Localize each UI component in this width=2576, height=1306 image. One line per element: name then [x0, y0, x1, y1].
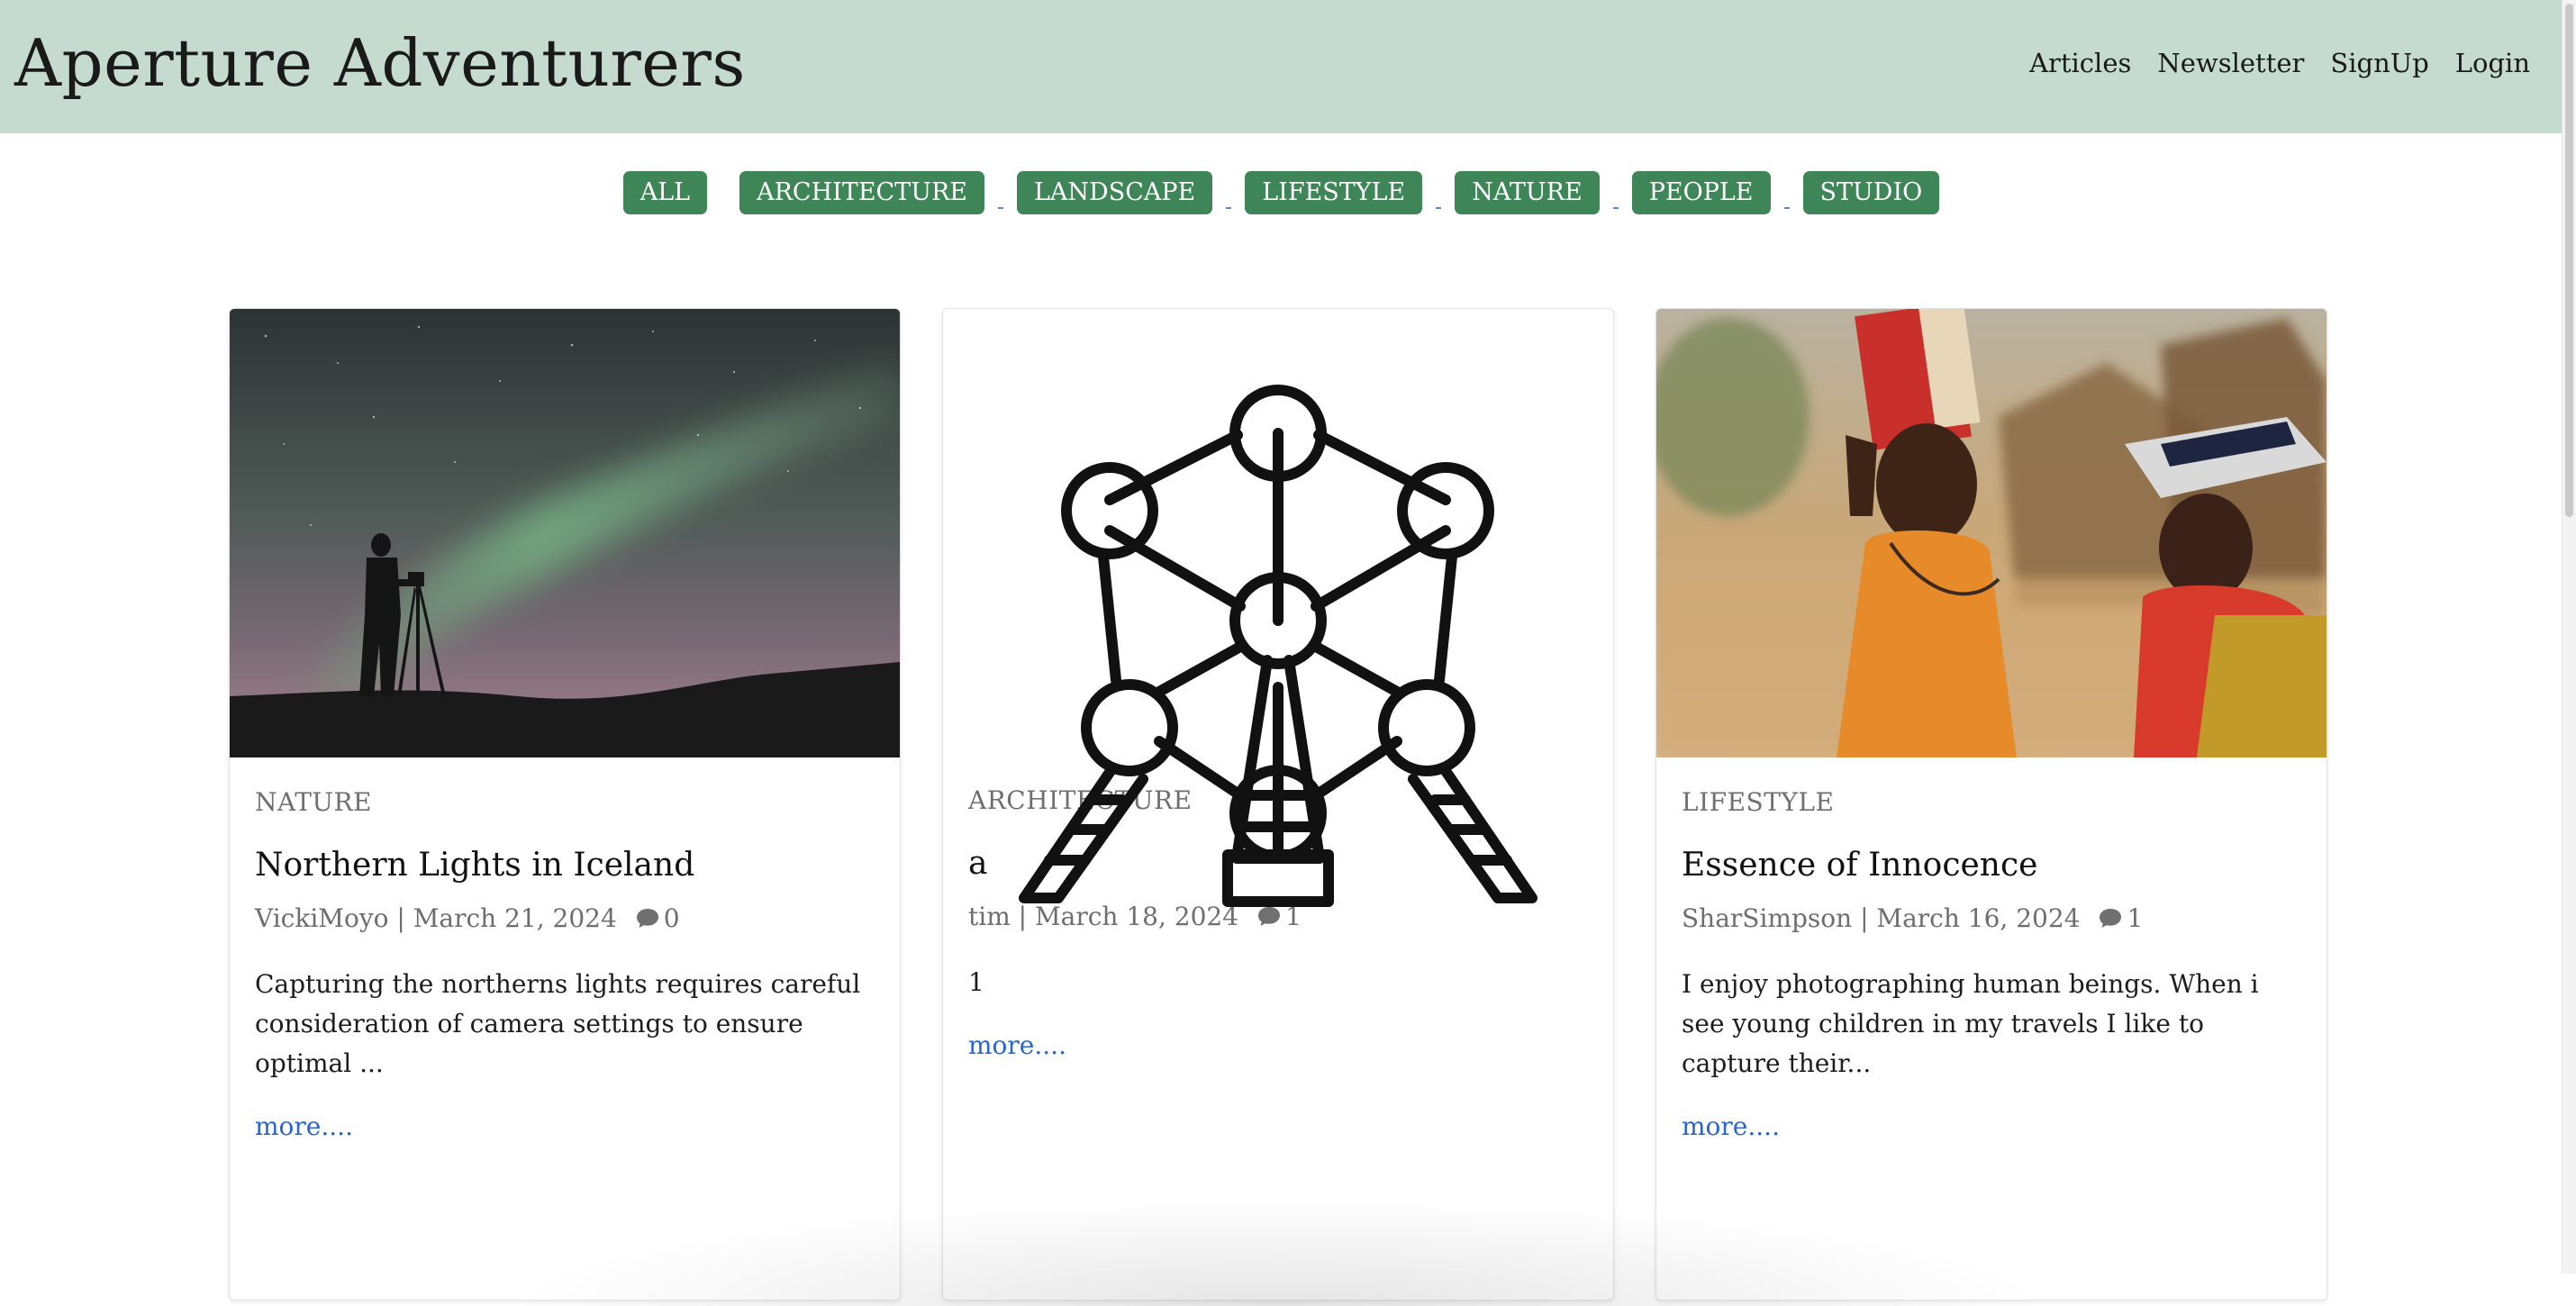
card-meta: SharSimpson | March 16, 2024 1 — [1682, 900, 2301, 938]
filter-lifestyle[interactable]: LIFESTYLE — [1245, 171, 1423, 214]
card-excerpt: Capturing the northerns lights requires … — [255, 969, 861, 1078]
read-more-link[interactable]: more.... — [968, 1028, 1588, 1064]
filter-nature[interactable]: NATURE — [1455, 171, 1600, 214]
filter-separator — [1771, 171, 1803, 214]
card-title[interactable]: Northern Lights in Iceland — [255, 844, 875, 887]
atomium-icon — [1019, 385, 1537, 907]
nav-signup[interactable]: SignUp — [2330, 40, 2428, 86]
aurora-photo — [230, 309, 900, 757]
filter-separator — [707, 171, 739, 214]
filter-studio[interactable]: STUDIO — [1802, 171, 1940, 214]
scrollbar-thumb[interactable] — [2565, 4, 2573, 517]
filter-separator — [1212, 171, 1245, 214]
nav-newsletter[interactable]: Newsletter — [2157, 40, 2304, 86]
filter-architecture[interactable]: ARCHITECTURE — [739, 171, 984, 214]
main-nav: Articles Newsletter SignUp Login — [2003, 40, 2530, 86]
article-card[interactable]: ARCHITECTURE a tim | March 18, 2024 1 1 … — [942, 308, 1614, 1301]
comment-count: 0 — [663, 903, 680, 933]
filter-landscape[interactable]: LANDSCAPE — [1017, 171, 1213, 214]
article-card[interactable]: NATURE Northern Lights in Iceland VickiM… — [229, 308, 901, 1301]
comment-icon — [636, 909, 658, 928]
comment-count: 1 — [2127, 903, 2144, 933]
category-filter-bar: ALL ARCHITECTURE LANDSCAPE LIFESTYLE NAT… — [0, 171, 2562, 214]
site-brand[interactable]: Aperture Adventurers — [14, 14, 746, 112]
card-author: SharSimpson — [1682, 903, 1853, 933]
filter-separator — [1600, 171, 1632, 214]
meta-divider: | — [388, 903, 413, 933]
card-image-atomium[interactable] — [943, 309, 1613, 981]
page-scrollbar[interactable] — [2562, 0, 2576, 1274]
card-category: NATURE — [255, 787, 372, 817]
read-more-link[interactable]: more.... — [255, 1109, 875, 1145]
card-excerpt: I enjoy photographing human beings. When… — [1682, 969, 2259, 1078]
site-header: Aperture Adventurers Articles Newsletter… — [0, 0, 2562, 133]
card-date: March 21, 2024 — [413, 903, 617, 933]
card-image-children[interactable] — [1656, 309, 2327, 757]
card-image-aurora[interactable] — [230, 309, 900, 757]
meta-divider: | — [1852, 903, 1877, 933]
filter-people[interactable]: PEOPLE — [1631, 171, 1771, 214]
filter-separator — [984, 171, 1017, 214]
card-author: VickiMoyo — [255, 903, 389, 933]
card-date: March 16, 2024 — [1876, 903, 2081, 933]
card-title[interactable]: Essence of Innocence — [1682, 844, 2301, 887]
nav-login[interactable]: Login — [2455, 40, 2530, 86]
children-photo — [1656, 309, 2327, 757]
comment-icon — [2100, 909, 2122, 928]
read-more-link[interactable]: more.... — [1682, 1109, 2301, 1145]
nav-articles[interactable]: Articles — [2029, 40, 2131, 86]
filter-separator — [1422, 171, 1455, 214]
card-meta: VickiMoyo | March 21, 2024 0 — [255, 900, 875, 938]
article-card[interactable]: LIFESTYLE Essence of Innocence SharSimps… — [1655, 308, 2327, 1301]
filter-all[interactable]: ALL — [622, 171, 708, 214]
card-category: LIFESTYLE — [1682, 787, 1835, 817]
